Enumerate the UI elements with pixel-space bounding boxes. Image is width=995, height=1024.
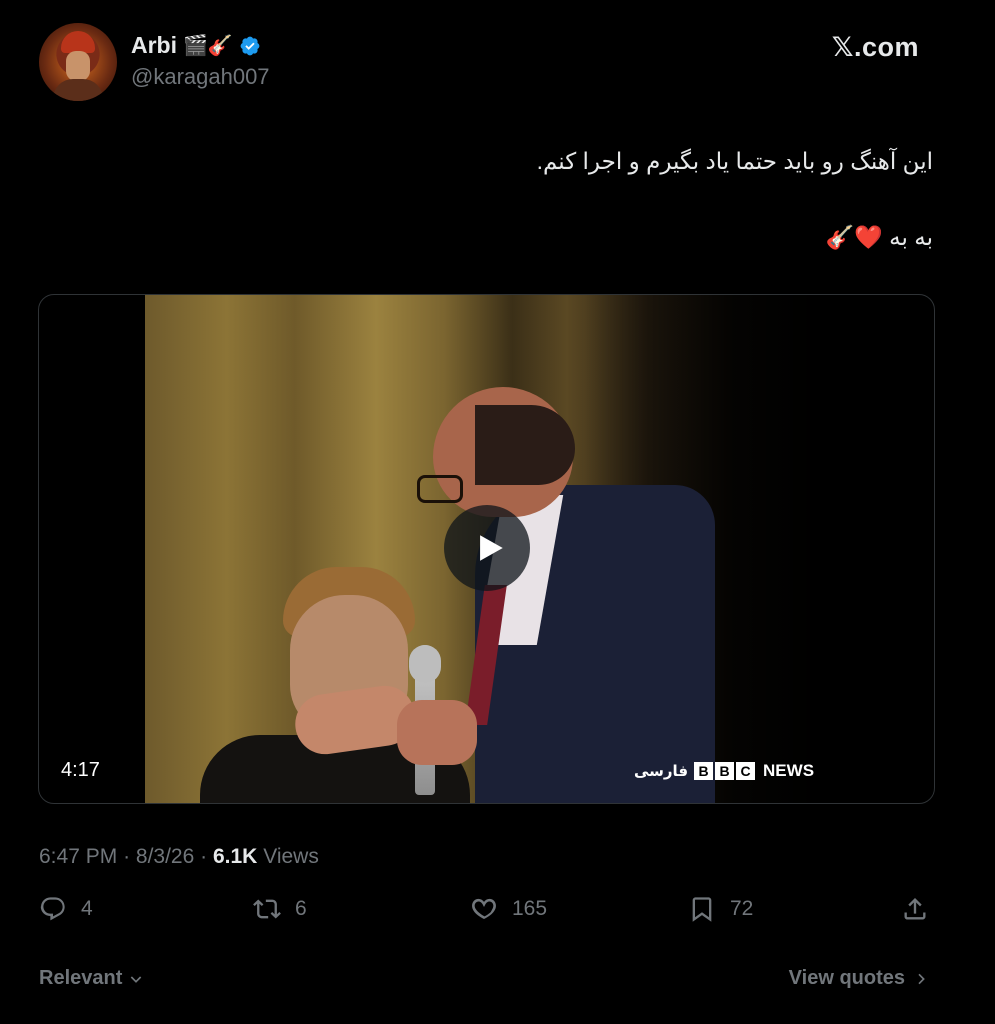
hand-holding-mic xyxy=(397,700,477,765)
microphone-head xyxy=(409,645,441,683)
verified-badge-icon xyxy=(240,36,260,55)
tweet-video[interactable]: 4:17 فارسی B B C NEWS xyxy=(38,294,935,804)
author-name[interactable]: Arbi xyxy=(131,32,177,59)
meta-separator: · xyxy=(123,845,131,868)
bookmark-button[interactable]: 72 xyxy=(688,895,753,923)
bbc-logo: B B C xyxy=(694,762,756,780)
tweet-time[interactable]: 6:47 PM xyxy=(39,845,117,868)
chevron-down-icon xyxy=(131,975,142,983)
avatar-helmet xyxy=(61,31,95,53)
glasses xyxy=(417,475,463,503)
tweet-text-line-1: این آهنگ رو باید حتما یاد بگیرم و اجرا ک… xyxy=(536,148,933,174)
reply-button[interactable]: 4 xyxy=(39,895,93,923)
tweet-date[interactable]: 8/3/26 xyxy=(136,845,194,868)
share-button[interactable] xyxy=(901,895,929,923)
tweet-meta: 6:47 PM · 8/3/26 · 6.1K Views xyxy=(39,845,319,869)
author-avatar[interactable] xyxy=(39,23,117,101)
tweet-text-line-2: به به ❤️🎸 xyxy=(825,224,933,250)
bbc-logo-letter: B xyxy=(694,762,714,780)
retweet-icon xyxy=(253,899,281,919)
retweet-button[interactable]: 6 xyxy=(253,895,307,923)
author-handle[interactable]: @karagah007 xyxy=(131,64,270,90)
bbc-logo-letter: C xyxy=(736,762,756,780)
chevron-right-icon xyxy=(918,973,925,984)
reply-count: 4 xyxy=(81,897,93,920)
standing-man-hair xyxy=(475,405,575,485)
site-logo: 𝕏.com xyxy=(831,32,919,62)
bbc-farsi-label: فارسی xyxy=(634,763,689,780)
author-name-row[interactable]: Arbi 🎬🎸 xyxy=(131,32,261,59)
sort-replies-dropdown[interactable]: Relevant xyxy=(39,967,144,990)
video-duration: 4:17 xyxy=(61,759,100,781)
share-icon xyxy=(904,898,926,920)
bookmark-icon xyxy=(692,897,712,922)
play-button[interactable] xyxy=(444,505,530,591)
meta-separator: · xyxy=(200,845,208,868)
bookmark-count: 72 xyxy=(730,897,754,920)
avatar-face xyxy=(66,51,90,81)
play-icon xyxy=(480,535,503,561)
heart-icon xyxy=(472,898,496,920)
views-label: Views xyxy=(263,845,319,868)
sort-label: Relevant xyxy=(39,967,123,989)
view-quotes-link[interactable]: View quotes xyxy=(789,967,929,990)
view-quotes-label: View quotes xyxy=(788,967,905,989)
bbc-watermark: فارسی B B C NEWS xyxy=(634,761,814,781)
like-button[interactable]: 165 xyxy=(470,895,547,923)
reply-icon xyxy=(40,897,65,921)
like-count: 165 xyxy=(512,897,548,920)
author-name-emojis: 🎬🎸 xyxy=(183,35,233,57)
bbc-logo-letter: B xyxy=(715,762,735,780)
bbc-news-label: NEWS xyxy=(763,761,815,780)
retweet-count: 6 xyxy=(295,897,307,920)
avatar-body xyxy=(53,79,103,101)
tweet-actions: 4 6 165 72 xyxy=(0,895,995,931)
views-count: 6.1K xyxy=(212,845,258,868)
